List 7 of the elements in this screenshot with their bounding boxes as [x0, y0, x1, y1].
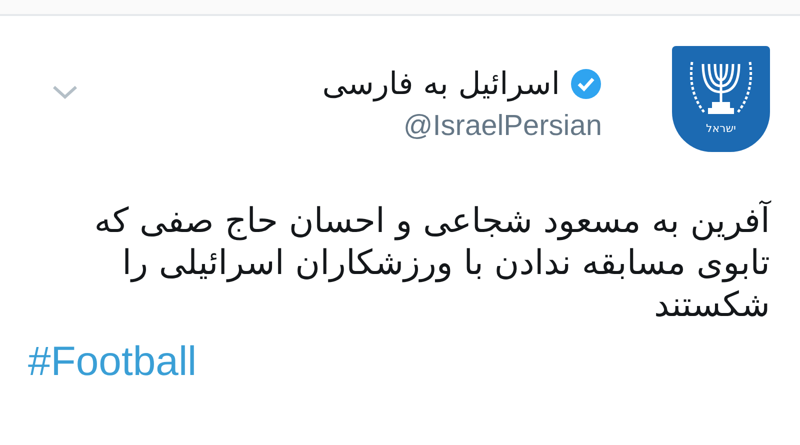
display-name[interactable]: اسرائیل به فارسی	[322, 66, 560, 102]
hashtag-link[interactable]: #Football	[28, 338, 197, 385]
tweet-text: آفرین به مسعود شجاعی و احسان حاج صفی که تابوی مسابقه ندادن با ورزشکاران اسرائیلی را شکستند	[93, 200, 770, 326]
user-handle[interactable]: @IsraelPersian	[403, 110, 602, 143]
chevron-down-icon[interactable]	[52, 84, 78, 100]
emblem-avatar[interactable]: ישראל	[672, 46, 770, 152]
emblem-text: ישראל	[706, 122, 736, 136]
